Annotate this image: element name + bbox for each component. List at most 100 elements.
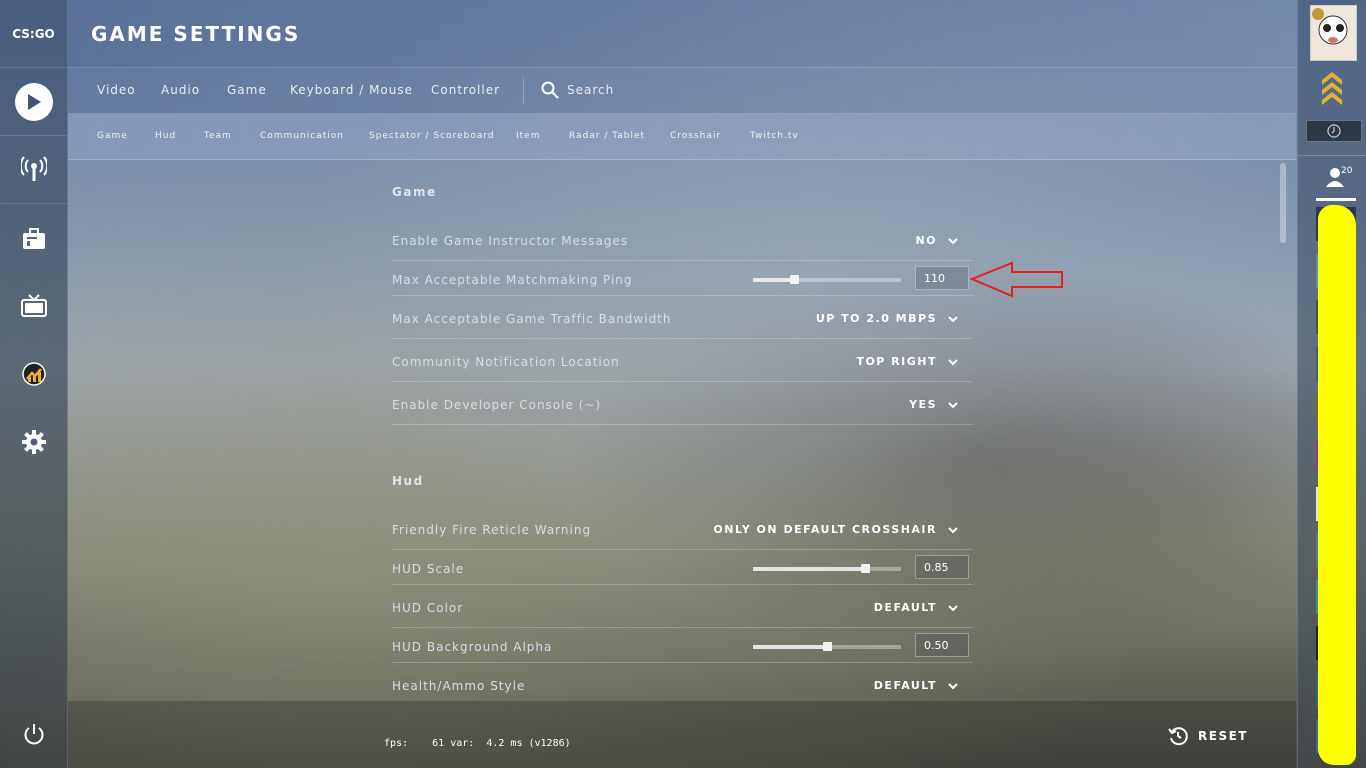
page-title: GAME SETTINGS	[91, 22, 301, 46]
friends-count: 20	[1341, 166, 1353, 176]
play-icon	[14, 82, 53, 121]
chevron-down-icon	[948, 358, 958, 365]
dropdown-value: DEFAULT	[873, 679, 937, 692]
setting-row: HUD Color DEFAULT	[392, 589, 973, 628]
yellow-redaction-scribble	[1318, 205, 1356, 765]
reset-history-icon	[1168, 727, 1188, 746]
rank-chevron-icon	[1322, 72, 1342, 105]
tab-video[interactable]: Video	[97, 83, 136, 97]
subtab-team[interactable]: Team	[204, 131, 232, 141]
setting-dropdown[interactable]: YES	[909, 398, 959, 411]
setting-label: HUD Scale	[392, 562, 465, 576]
dropdown-value: UP TO 2.0 MBPS	[815, 312, 937, 325]
subtab-item[interactable]: Item	[516, 131, 541, 141]
tab-game[interactable]: Game	[227, 83, 267, 97]
subtab-communication[interactable]: Communication	[260, 131, 344, 141]
slider-handle[interactable]	[790, 275, 799, 284]
search-button[interactable]: Search	[541, 81, 614, 99]
clock-icon	[1327, 124, 1341, 138]
broadcast-button[interactable]	[0, 135, 67, 202]
panel-divider	[1298, 155, 1366, 156]
inventory-button[interactable]	[0, 205, 67, 272]
setting-label: Max Acceptable Matchmaking Ping	[392, 273, 633, 287]
friends-button[interactable]: 20	[1324, 166, 1352, 188]
slider-handle[interactable]	[823, 642, 832, 651]
chevron-down-icon	[948, 604, 958, 611]
csgo-logo: CS:GO	[0, 0, 67, 68]
settings-scrollbar[interactable]	[1280, 163, 1286, 243]
setting-dropdown[interactable]: DEFAULT	[874, 601, 959, 614]
hud-alpha-field[interactable]: 0.50	[915, 633, 969, 657]
slider-fill	[753, 645, 827, 649]
clock-button[interactable]	[1306, 120, 1362, 142]
subtab-game[interactable]: Game	[97, 131, 128, 141]
setting-row: HUD Background Alpha 0.50	[392, 628, 973, 663]
subtab-spectator-scoreboard[interactable]: Spectator / Scoreboard	[369, 131, 495, 141]
setting-dropdown[interactable]: UP TO 2.0 MBPS	[816, 312, 959, 325]
play-button[interactable]	[0, 68, 67, 135]
subtab-radar-tablet[interactable]: Radar / Tablet	[569, 131, 645, 141]
fps-counter: fps: 61 var: 4.2 ms (v1286)	[384, 738, 571, 749]
user-avatar[interactable]	[1310, 5, 1357, 61]
section-title-game: Game	[392, 185, 437, 199]
power-icon	[24, 723, 43, 744]
setting-row: Enable Developer Console (~) YES	[392, 386, 973, 425]
search-icon	[541, 81, 559, 99]
tab-controller[interactable]: Controller	[431, 83, 500, 97]
setting-dropdown[interactable]: DEFAULT	[874, 679, 959, 692]
setting-label: Max Acceptable Game Traffic Bandwidth	[392, 312, 672, 326]
setting-dropdown[interactable]: TOP RIGHT	[856, 355, 959, 368]
friends-underline	[1316, 198, 1356, 201]
chevron-down-icon	[948, 237, 958, 244]
chevron-down-icon	[948, 682, 958, 689]
setting-dropdown[interactable]: NO	[915, 234, 959, 247]
ping-slider[interactable]	[753, 275, 901, 284]
setting-label: Enable Game Instructor Messages	[392, 234, 629, 248]
nav-divider	[0, 203, 67, 204]
setting-label: Friendly Fire Reticle Warning	[392, 523, 592, 537]
tab-divider	[523, 77, 524, 104]
hud-scale-slider[interactable]	[753, 564, 901, 573]
dropdown-value: NO	[915, 234, 937, 247]
search-label: Search	[567, 83, 615, 97]
hud-scale-field[interactable]: 0.85	[915, 555, 969, 579]
setting-row: Friendly Fire Reticle Warning ONLY ON DE…	[392, 511, 973, 550]
tab-audio[interactable]: Audio	[161, 83, 200, 97]
ping-value-field[interactable]: 110	[915, 266, 969, 290]
settings-button[interactable]	[0, 408, 67, 475]
main-tabs: Video Audio Game Keyboard / Mouse Contro…	[68, 68, 1296, 114]
inventory-icon	[22, 227, 45, 249]
chevron-down-icon	[948, 526, 958, 533]
power-button[interactable]	[0, 700, 67, 767]
stats-icon	[21, 361, 46, 386]
subtab-crosshair[interactable]: Crosshair	[670, 131, 721, 141]
section-title-hud: Hud	[392, 474, 424, 488]
dropdown-value: DEFAULT	[873, 601, 937, 614]
watch-button[interactable]	[0, 272, 67, 339]
setting-row: HUD Scale 0.85	[392, 550, 973, 585]
stats-button[interactable]	[0, 340, 67, 407]
setting-row: Max Acceptable Game Traffic Bandwidth UP…	[392, 300, 973, 339]
slider-fill	[753, 278, 794, 282]
setting-dropdown[interactable]: ONLY ON DEFAULT CROSSHAIR	[713, 523, 959, 536]
setting-row: Max Acceptable Matchmaking Ping 110	[392, 261, 973, 296]
slider-fill	[753, 567, 865, 571]
annotation-arrow-icon	[970, 261, 1063, 298]
hud-alpha-slider[interactable]	[753, 642, 901, 651]
left-nav: CS:GO	[0, 0, 68, 768]
dropdown-value: YES	[909, 398, 937, 411]
sub-tabs: Game Hud Team Communication Spectator / …	[68, 114, 1296, 160]
setting-row: Enable Game Instructor Messages NO	[392, 222, 973, 261]
subtab-twitch-tv[interactable]: Twitch.tv	[750, 131, 799, 141]
chevron-down-icon	[948, 401, 958, 408]
avatar-image-icon	[1311, 6, 1356, 60]
settings-list: Game Enable Game Instructor Messages NO …	[392, 160, 973, 700]
reset-button[interactable]: RESET	[1168, 726, 1248, 746]
dropdown-value: ONLY ON DEFAULT CROSSHAIR	[713, 523, 937, 536]
dropdown-value: TOP RIGHT	[856, 355, 937, 368]
setting-label: HUD Background Alpha	[392, 640, 553, 654]
tab-keyboard-mouse[interactable]: Keyboard / Mouse	[290, 83, 413, 97]
slider-handle[interactable]	[861, 564, 870, 573]
watch-tv-icon	[20, 293, 47, 317]
subtab-hud[interactable]: Hud	[155, 131, 176, 141]
